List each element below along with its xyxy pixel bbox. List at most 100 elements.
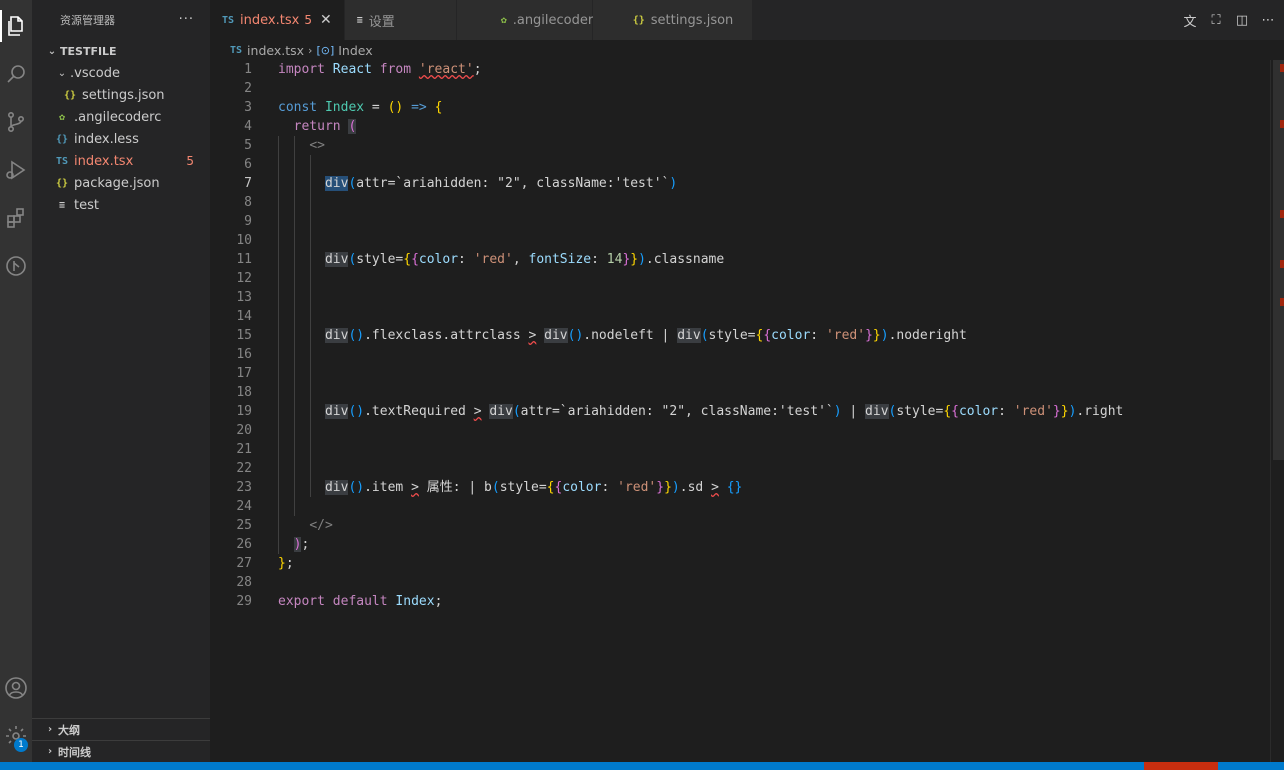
outline-label: 大纲: [58, 723, 80, 737]
code-line: );: [293, 537, 310, 552]
json-file-icon: {}: [63, 89, 77, 101]
code-line: import React from 'react';: [278, 62, 482, 77]
indent-guide: [278, 136, 279, 554]
breadcrumb-file[interactable]: index.tsx: [247, 43, 304, 58]
code-line: return (: [293, 119, 357, 134]
typescript-file-icon: TS: [230, 44, 243, 56]
git-graph-icon[interactable]: [0, 244, 32, 288]
less-file-icon: {}: [55, 133, 69, 145]
error-marker: [1280, 120, 1284, 128]
code-line: const Index = () => {: [278, 100, 443, 115]
translate-icon[interactable]: 文: [1182, 12, 1198, 30]
error-marker: [1280, 298, 1284, 306]
error-count-badge: 5: [186, 154, 194, 168]
tree-item-label: test: [74, 197, 99, 213]
run-debug-icon[interactable]: [0, 148, 32, 192]
tree-item-settings-json[interactable]: {} settings.json: [32, 84, 210, 106]
editor-scrollbar[interactable]: [1270, 60, 1284, 762]
outline-panel-header[interactable]: › 大纲: [32, 718, 210, 740]
explorer-sidebar: 资源管理器 ··· ⌄ TESTFILE ⌄ .vscode {} settin…: [32, 0, 210, 762]
tab-label: 设置: [368, 14, 395, 30]
tree-item-angilecoderc[interactable]: ✿ .angilecoderc: [32, 106, 210, 128]
sidebar-bottom-panels: › 大纲 › 时间线: [32, 718, 210, 762]
chevron-right-icon: ›: [308, 43, 313, 57]
tree-item-label: settings.json: [82, 87, 165, 103]
indent-guide: [310, 155, 311, 497]
breadcrumb-symbol[interactable]: Index: [338, 43, 372, 58]
close-icon[interactable]: ✕: [320, 12, 332, 28]
tree-item-label: index.tsx: [74, 153, 134, 169]
tab-label: .angilecoderc: [512, 12, 601, 28]
angile-file-icon: ✿: [500, 14, 507, 26]
explorer-title: 资源管理器: [60, 14, 115, 27]
tree-item-label: index.less: [74, 131, 139, 147]
code-line: div().textRequired > div(attr=`ariahidde…: [324, 404, 1124, 419]
settings-badge: 1: [14, 738, 28, 752]
code-line: export default Index;: [278, 594, 443, 609]
extensions-icon[interactable]: [0, 196, 32, 240]
tree-item-index-less[interactable]: {} index.less: [32, 128, 210, 150]
code-line: div(attr=`ariahidden: "2", className:'te…: [324, 176, 678, 191]
json-file-icon: {}: [55, 177, 69, 189]
settings-editor-icon: ≡: [356, 14, 363, 26]
tree-item-package-json[interactable]: {} package.json: [32, 172, 210, 194]
source-control-icon[interactable]: [0, 100, 32, 144]
search-icon[interactable]: [0, 52, 32, 96]
open-preview-icon[interactable]: ⛶: [1208, 12, 1224, 28]
activity-bar: 1: [0, 0, 32, 762]
split-editor-icon[interactable]: ◫: [1234, 12, 1250, 28]
code-line: </>: [309, 518, 333, 533]
code-line: <>: [309, 138, 325, 153]
breadcrumb: TS index.tsx › [⊙] Index: [210, 40, 1284, 60]
root-folder-label: TESTFILE: [60, 44, 117, 58]
chevron-down-icon: ⌄: [57, 67, 67, 79]
indent-guide: [294, 136, 295, 516]
timeline-label: 时间线: [58, 745, 91, 759]
error-marker: [1280, 64, 1284, 72]
tree-item-index-tsx[interactable]: TS index.tsx 5: [32, 150, 210, 172]
tab-label: index.tsx: [240, 12, 300, 28]
editor-tabs: TS index.tsx 5 ✕ ≡ 设置 ✿ .angilecoderc {}…: [210, 0, 1284, 40]
angile-file-icon: ✿: [58, 111, 66, 123]
tab-angilecoderc[interactable]: ✿ .angilecoderc: [456, 0, 600, 40]
tree-item-vscode[interactable]: ⌄ .vscode: [32, 62, 210, 84]
code-line: div(style={{color: 'red', fontSize: 14}}…: [324, 252, 725, 267]
code-editor[interactable]: 1 2 3 4 5 6 7 8 9 10 11 12 13 14 15 16 17 18 19 20 21 22 23 24 2…: [210, 60, 1284, 762]
symbol-variable-icon: [⊙]: [316, 43, 335, 57]
tab-settings-json[interactable]: {} settings.json: [592, 0, 753, 40]
timeline-panel-header[interactable]: › 时间线: [32, 740, 210, 762]
tree-item-test[interactable]: ≡ test: [32, 194, 210, 216]
root-folder-testfile[interactable]: ⌄ TESTFILE: [32, 40, 210, 62]
typescript-file-icon: TS: [55, 155, 69, 167]
account-icon[interactable]: [0, 666, 32, 710]
tab-settings[interactable]: ≡ 设置: [344, 0, 457, 40]
prettier-status[interactable]: [1144, 762, 1218, 770]
code-line: };: [278, 556, 294, 571]
status-bar: [0, 762, 1284, 770]
more-actions-icon[interactable]: ⋯: [1260, 12, 1276, 28]
text-file-icon: ≡: [58, 199, 66, 211]
tab-index-tsx[interactable]: TS index.tsx 5 ✕: [210, 0, 345, 40]
explorer-icon[interactable]: [0, 4, 32, 48]
code-line: div().item > 属性: | b(style={{color: 'red…: [324, 480, 743, 495]
editor-actions: 文 ⛶ ◫ ⋯: [1182, 0, 1276, 40]
tab-error-count: 5: [304, 13, 312, 27]
json-file-icon: {}: [632, 14, 645, 26]
tree-item-label: package.json: [74, 175, 160, 191]
settings-gear-icon[interactable]: 1: [0, 714, 32, 758]
explorer-header: 资源管理器 ···: [32, 0, 210, 40]
more-actions-icon[interactable]: ···: [179, 12, 194, 27]
